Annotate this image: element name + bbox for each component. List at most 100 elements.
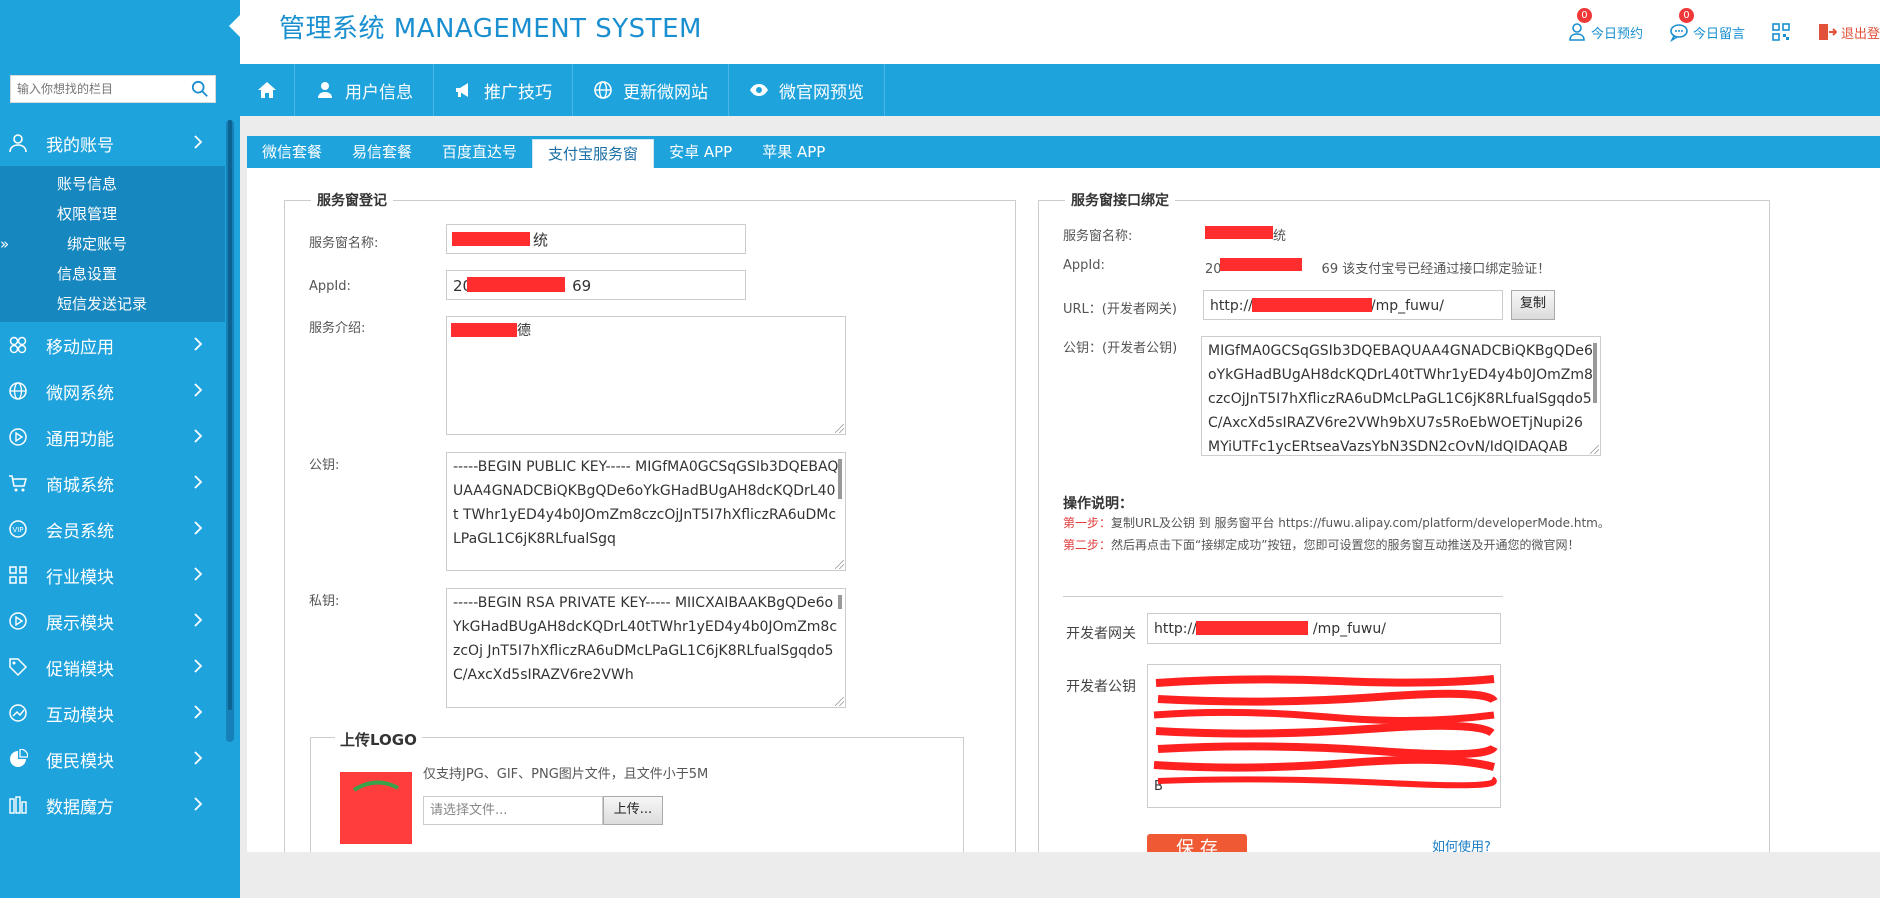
qr-code-button[interactable]	[1771, 22, 1791, 42]
top-bar: 管理系统 MANAGEMENT SYSTEM 0 今日预约 0 今日留言 退出登	[240, 0, 1880, 64]
menu-item-5[interactable]: 行业模块	[0, 552, 225, 598]
sub-item-bind-account[interactable]: » 绑定账号	[0, 229, 225, 259]
sub-item-sms-records[interactable]: 短信发送记录	[0, 289, 225, 319]
search-input[interactable]	[11, 76, 181, 102]
menu-item-10[interactable]: 数据魔方	[0, 782, 225, 828]
tab-wechat-package[interactable]: 微信套餐	[247, 136, 337, 168]
chevron-right-icon	[194, 567, 203, 581]
globe-icon	[9, 382, 27, 400]
main-navbar: 用户信息 推广技巧 更新微网站 微官网预览	[240, 64, 1880, 116]
nav-user-info[interactable]: 用户信息	[295, 64, 434, 116]
menu-item-1[interactable]: 微网系统	[0, 368, 225, 414]
menu-item-my-account[interactable]: 我的账号	[0, 120, 225, 166]
logout-button[interactable]: 退出登	[1817, 22, 1880, 42]
tab-ios-app[interactable]: 苹果 APP	[747, 136, 840, 168]
nav-site-preview[interactable]: 微官网预览	[729, 64, 885, 116]
search-icon[interactable]	[191, 80, 209, 98]
appid-label: AppId:	[309, 279, 351, 294]
textarea-scrollbar[interactable]	[838, 459, 842, 499]
dev-pubkey-textarea[interactable]: B	[1147, 664, 1501, 808]
nav-label: 推广技巧	[484, 82, 552, 103]
user-icon	[1569, 23, 1585, 41]
dev-pubkey-label: 开发者公钥	[1066, 679, 1136, 695]
sub-item-info-settings[interactable]: 信息设置	[0, 259, 225, 289]
account-submenu: 账号信息 权限管理 » 绑定账号 信息设置 短信发送记录	[0, 166, 225, 322]
binding-pubkey-textarea[interactable]: MIGfMA0GCSqGSIb3DQEBAQUAA4GNADCBiQKBgQDe…	[1201, 336, 1601, 456]
redaction-scribble	[1153, 675, 1498, 789]
menu-item-label: 移动应用	[46, 337, 114, 358]
user-icon	[318, 82, 332, 98]
tab-baidu-direct[interactable]: 百度直达号	[427, 136, 532, 168]
globe-icon	[594, 81, 612, 99]
menu-item-3[interactable]: 商城系统	[0, 460, 225, 506]
resize-handle[interactable]	[1590, 445, 1599, 454]
menu-item-9[interactable]: 便民模块	[0, 736, 225, 782]
resize-handle[interactable]	[835, 560, 844, 569]
cube-icon	[9, 796, 27, 814]
redaction-mark	[452, 232, 530, 246]
instructions-title: 操作说明：	[1063, 496, 1133, 512]
menu-item-8[interactable]: 互动模块	[0, 690, 225, 736]
message-count-badge: 0	[1678, 8, 1694, 23]
upload-button[interactable]: 上传...	[603, 796, 663, 825]
redaction-mark	[467, 277, 565, 292]
sub-item-account-info[interactable]: 账号信息	[0, 169, 225, 199]
nav-home[interactable]	[240, 64, 295, 116]
public-key-textarea[interactable]: -----BEGIN PUBLIC KEY----- MIGfMA0GCSqGS…	[446, 452, 846, 571]
chevron-right-icon	[194, 659, 203, 673]
logo-image	[352, 780, 399, 792]
tab-yixin-package[interactable]: 易信套餐	[337, 136, 427, 168]
public-key-value: -----BEGIN PUBLIC KEY----- MIGfMA0GCSqGS…	[453, 459, 839, 547]
today-message-label: 今日留言	[1692, 26, 1745, 42]
redaction-mark	[451, 323, 517, 337]
grid-icon	[9, 566, 27, 584]
menu-item-label: 数据魔方	[46, 797, 114, 818]
textarea-scrollbar[interactable]	[1593, 343, 1597, 403]
url-label: URL：(开发者网关)	[1063, 302, 1177, 317]
menu-item-label: 展示模块	[46, 613, 114, 634]
menu-item-label: 商城系统	[46, 475, 114, 496]
chevron-right-icon	[194, 521, 203, 535]
file-input[interactable]: 请选择文件...	[423, 796, 603, 825]
logo-preview	[340, 772, 412, 844]
url-prefix: http://	[1210, 298, 1253, 314]
nav-promotion-tips[interactable]: 推广技巧	[434, 64, 573, 116]
menu-item-7[interactable]: 促销模块	[0, 644, 225, 690]
menu-item-label: 促销模块	[46, 659, 114, 680]
tab-android-app[interactable]: 安卓 APP	[654, 136, 747, 168]
today-booking-button[interactable]: 0 今日预约	[1567, 8, 1643, 42]
search-box	[10, 75, 216, 103]
resize-handle[interactable]	[835, 697, 844, 706]
copy-button[interactable]: 复制	[1511, 290, 1555, 320]
tab-alipay-service-window[interactable]: 支付宝服务窗	[532, 139, 655, 168]
nav-label: 更新微网站	[623, 82, 708, 103]
step-text: 然后再点击下面“接绑定成功”按钮，您即可设置您的服务窗互动推送及开通您的微官网！	[1111, 538, 1580, 552]
chevron-right-icon	[194, 751, 203, 765]
resize-handle[interactable]	[835, 424, 844, 433]
gateway-prefix: http://	[1154, 621, 1197, 637]
menu-item-4[interactable]: VIP 会员系统	[0, 506, 225, 552]
sidebar-scrollbar-thumb[interactable]	[228, 120, 232, 710]
logout-label: 退出登	[1840, 26, 1880, 42]
intro-label: 服务介绍:	[309, 321, 366, 336]
textarea-scrollbar[interactable]	[838, 595, 842, 609]
today-message-button[interactable]: 0 今日留言	[1669, 8, 1745, 42]
menu-item-label: 会员系统	[46, 521, 114, 542]
tag-icon	[9, 658, 28, 677]
menu-item-label: 微网系统	[46, 383, 114, 404]
qr-code-icon	[1772, 23, 1790, 41]
url-suffix: /mp_fuwu/	[1370, 298, 1444, 314]
binding-legend: 服务窗接口绑定	[1071, 193, 1169, 209]
user-icon	[9, 134, 27, 153]
menu-item-label: 互动模块	[46, 705, 114, 726]
private-key-textarea[interactable]: -----BEGIN RSA PRIVATE KEY----- MIICXAIB…	[446, 588, 846, 708]
sub-item-permissions[interactable]: 权限管理	[0, 199, 225, 229]
menu-item-label: 便民模块	[46, 751, 114, 772]
menu-item-6[interactable]: 展示模块	[0, 598, 225, 644]
menu-item-0[interactable]: 移动应用	[0, 322, 225, 368]
sub-item-label: 短信发送记录	[57, 295, 148, 313]
logout-icon	[1818, 24, 1837, 40]
nav-update-microsite[interactable]: 更新微网站	[573, 64, 729, 116]
menu-item-2[interactable]: 通用功能	[0, 414, 225, 460]
booking-count-badge: 0	[1576, 8, 1592, 23]
